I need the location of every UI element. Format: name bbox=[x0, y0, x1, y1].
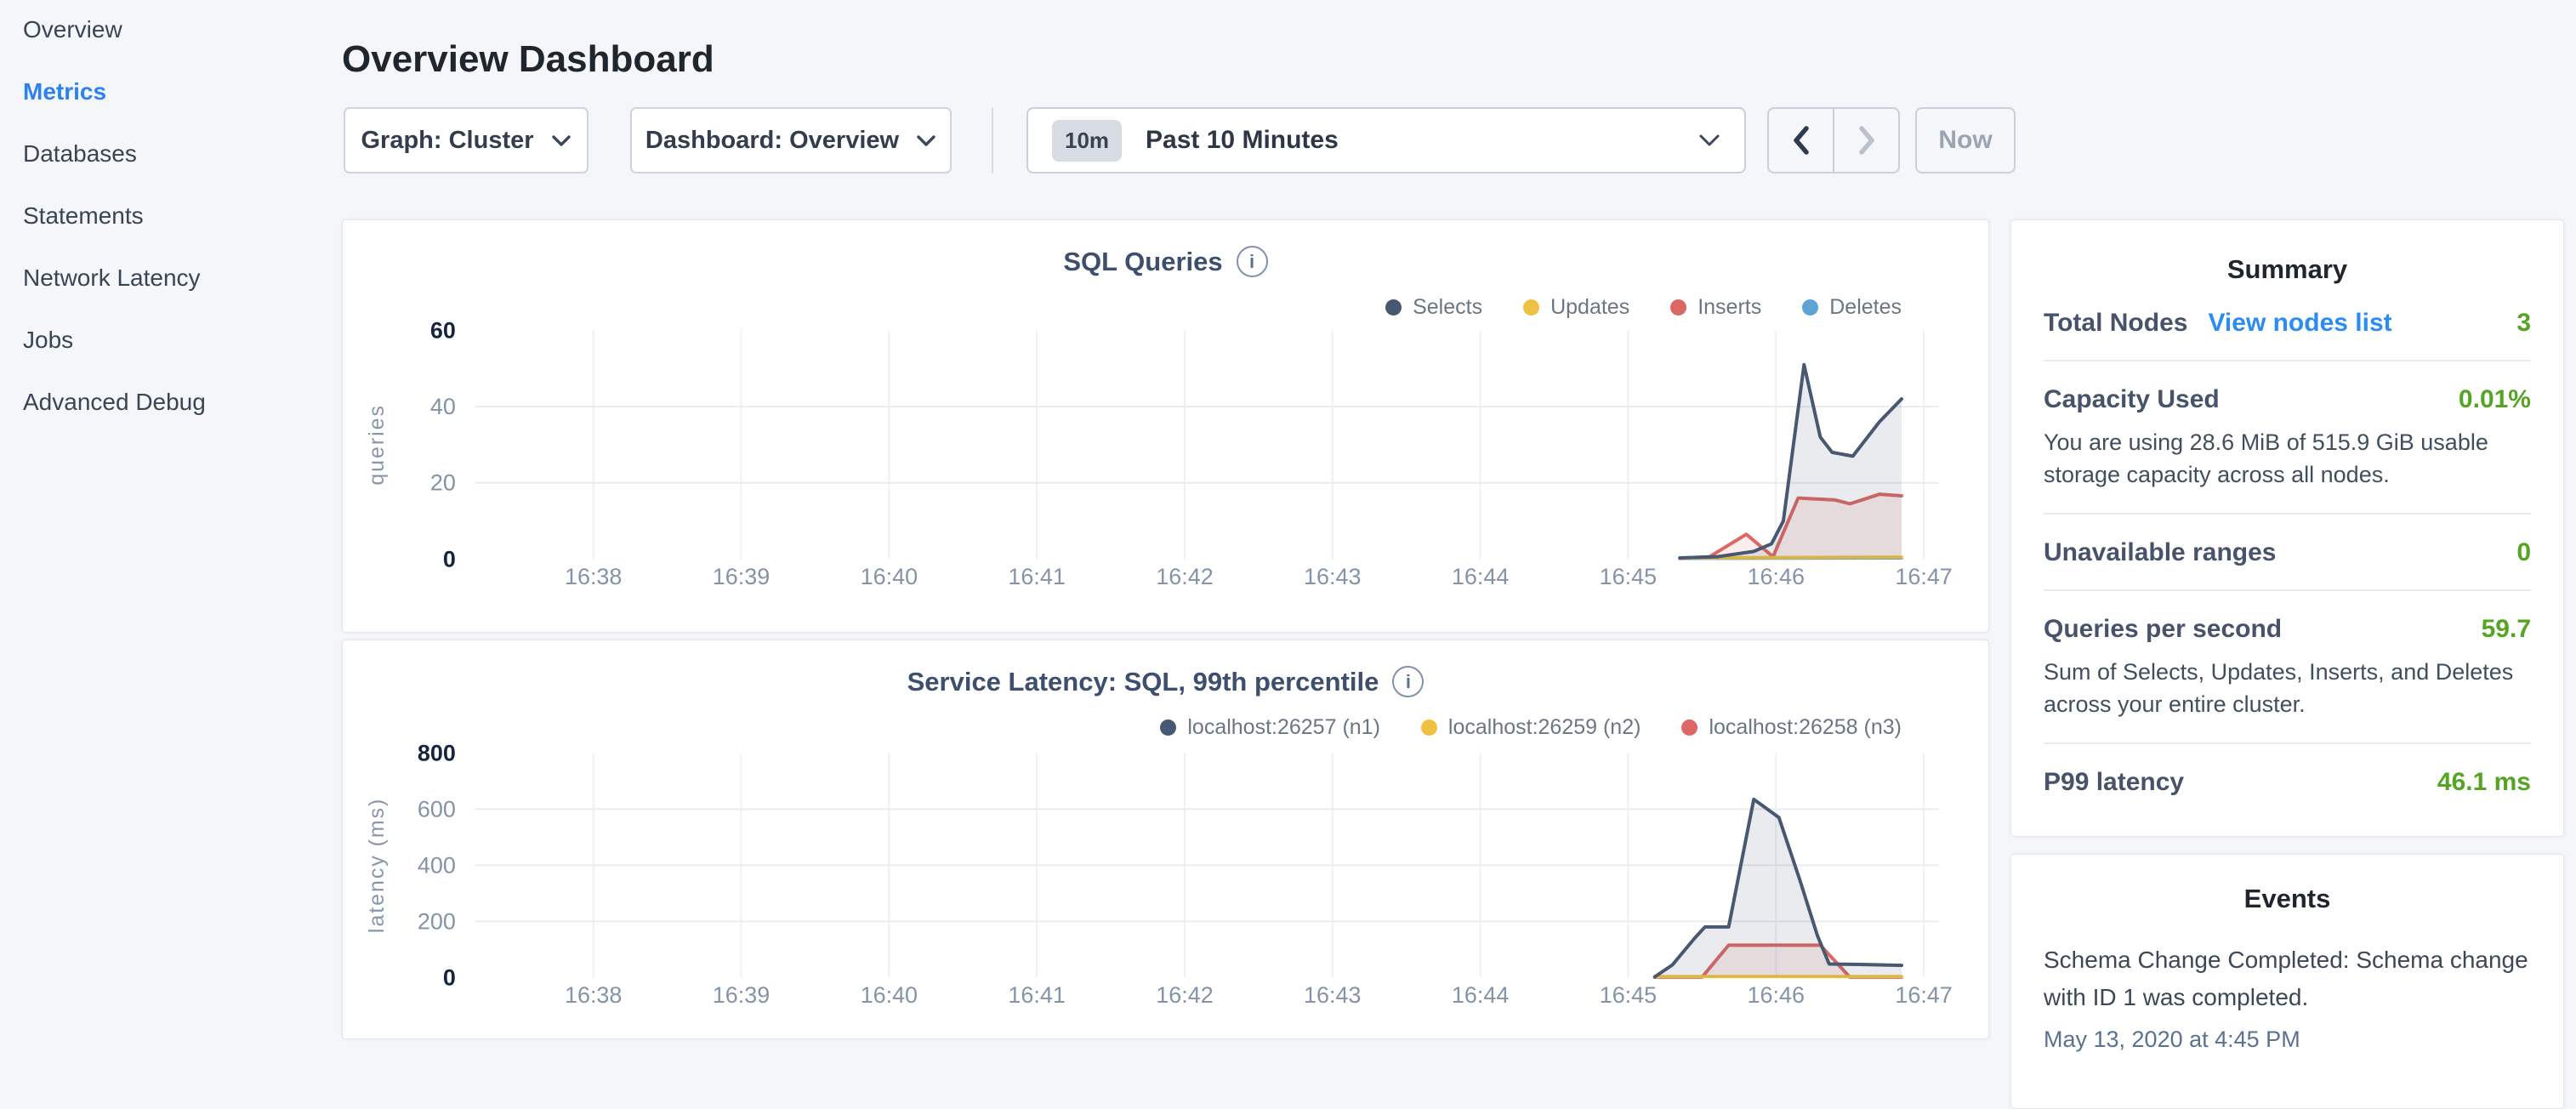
chevron-down-icon bbox=[1698, 134, 1720, 147]
summary-item-value: 46.1 ms bbox=[2437, 768, 2531, 797]
svg-text:latency (ms): latency (ms) bbox=[365, 798, 389, 933]
summary-item-capacity-used: Capacity Used 0.01% You are using 28.6 M… bbox=[2044, 360, 2531, 513]
sidebar-item-databases[interactable]: Databases bbox=[0, 122, 342, 185]
summary-item-label: Queries per second bbox=[2044, 615, 2282, 644]
summary-item-value: 0.01% bbox=[2459, 385, 2531, 414]
summary-item-label: Capacity Used bbox=[2044, 385, 2220, 414]
dashboard-dropdown[interactable]: Dashboard: Overview bbox=[630, 107, 952, 173]
svg-text:16:39: 16:39 bbox=[713, 982, 770, 1008]
summary-panel: Summary Total Nodes View nodes list 3 Ca… bbox=[2010, 219, 2564, 837]
summary-item-description: You are using 28.6 MiB of 515.9 GiB usab… bbox=[2044, 426, 2531, 491]
time-step-buttons bbox=[1767, 107, 1900, 173]
svg-text:16:38: 16:38 bbox=[565, 564, 622, 589]
svg-text:16:47: 16:47 bbox=[1895, 982, 1952, 1008]
sidebar: Overview Metrics Databases Statements Ne… bbox=[0, 0, 342, 433]
svg-text:queries: queries bbox=[365, 404, 389, 486]
svg-text:60: 60 bbox=[430, 317, 456, 343]
toolbar-divider bbox=[992, 107, 993, 173]
svg-text:20: 20 bbox=[430, 470, 456, 496]
svg-text:16:46: 16:46 bbox=[1748, 564, 1805, 589]
chevron-right-icon bbox=[1857, 125, 1876, 156]
time-next-button[interactable] bbox=[1834, 109, 1898, 172]
summary-item-value: 59.7 bbox=[2482, 615, 2531, 644]
graph-scope-dropdown[interactable]: Graph: Cluster bbox=[344, 107, 589, 173]
svg-text:16:39: 16:39 bbox=[713, 564, 770, 589]
time-range-label: Past 10 Minutes bbox=[1146, 126, 1675, 155]
time-range-badge: 10m bbox=[1052, 120, 1122, 162]
summary-item-label: Unavailable ranges bbox=[2044, 538, 2276, 567]
dashboard-dropdown-label: Dashboard: Overview bbox=[645, 127, 899, 155]
time-range-picker[interactable]: 10m Past 10 Minutes bbox=[1026, 107, 1746, 173]
svg-text:16:41: 16:41 bbox=[1008, 564, 1065, 589]
svg-text:16:41: 16:41 bbox=[1008, 982, 1065, 1008]
summary-title: Summary bbox=[2044, 254, 2531, 285]
summary-item-value: 3 bbox=[2516, 309, 2531, 338]
svg-text:16:44: 16:44 bbox=[1452, 564, 1510, 589]
sidebar-item-advanced-debug[interactable]: Advanced Debug bbox=[0, 371, 342, 433]
svg-text:40: 40 bbox=[430, 394, 456, 419]
event-timestamp: May 13, 2020 at 4:45 PM bbox=[2044, 1027, 2531, 1053]
sidebar-item-overview[interactable]: Overview bbox=[0, 0, 342, 60]
svg-text:0: 0 bbox=[443, 546, 456, 572]
svg-text:16:42: 16:42 bbox=[1156, 564, 1213, 589]
events-panel: Events Schema Change Completed: Schema c… bbox=[2010, 854, 2564, 1109]
chevron-down-icon bbox=[916, 134, 936, 147]
svg-text:800: 800 bbox=[418, 740, 456, 765]
svg-text:16:47: 16:47 bbox=[1895, 564, 1952, 589]
service-latency-panel: Service Latency: SQL, 99th percentile i … bbox=[342, 640, 1989, 1039]
sidebar-item-network-latency[interactable]: Network Latency bbox=[0, 247, 342, 309]
svg-text:16:42: 16:42 bbox=[1156, 982, 1213, 1008]
events-title: Events bbox=[2044, 884, 2531, 914]
view-nodes-list-link[interactable]: View nodes list bbox=[2208, 309, 2391, 338]
chevron-left-icon bbox=[1792, 125, 1811, 156]
summary-item-value: 0 bbox=[2516, 538, 2531, 567]
svg-text:600: 600 bbox=[418, 796, 456, 822]
service-latency-chart[interactable]: 16:38 16:39 16:40 16:41 16:42 16:43 16:44 16:45… bbox=[343, 640, 1988, 1038]
summary-item-label: P99 latency bbox=[2044, 768, 2184, 797]
summary-item-description: Sum of Selects, Updates, Inserts, and De… bbox=[2044, 656, 2531, 720]
svg-text:16:43: 16:43 bbox=[1304, 564, 1361, 589]
summary-item-label: Total Nodes bbox=[2044, 309, 2187, 338]
svg-text:16:40: 16:40 bbox=[861, 982, 918, 1008]
chevron-down-icon bbox=[551, 134, 571, 147]
sql-queries-panel: SQL Queries i Selects Updates Inserts De… bbox=[342, 219, 1989, 633]
svg-text:0: 0 bbox=[443, 964, 456, 990]
page-title: Overview Dashboard bbox=[342, 38, 714, 81]
summary-item-queries-per-second: Queries per second 59.7 Sum of Selects, … bbox=[2044, 589, 2531, 742]
svg-text:200: 200 bbox=[418, 908, 456, 934]
summary-item-unavailable-ranges: Unavailable ranges 0 bbox=[2044, 513, 2531, 589]
svg-text:16:46: 16:46 bbox=[1748, 982, 1805, 1008]
summary-item-p99-latency: P99 latency 46.1 ms bbox=[2044, 742, 2531, 819]
svg-text:16:44: 16:44 bbox=[1452, 982, 1509, 1008]
time-prev-button[interactable] bbox=[1769, 109, 1834, 172]
graph-scope-dropdown-label: Graph: Cluster bbox=[361, 127, 533, 155]
sql-queries-chart[interactable]: 16:38 16:39 16:40 16:41 16:42 16:43 16:44 16:45… bbox=[343, 220, 1988, 632]
sidebar-item-jobs[interactable]: Jobs bbox=[0, 309, 342, 371]
now-button[interactable]: Now bbox=[1915, 107, 2016, 173]
svg-text:16:43: 16:43 bbox=[1304, 982, 1361, 1008]
summary-item-total-nodes: Total Nodes View nodes list 3 bbox=[2044, 285, 2531, 360]
svg-text:16:38: 16:38 bbox=[565, 982, 622, 1008]
svg-text:400: 400 bbox=[418, 852, 456, 878]
sidebar-item-statements[interactable]: Statements bbox=[0, 185, 342, 247]
svg-text:16:40: 16:40 bbox=[861, 564, 918, 589]
event-entry[interactable]: Schema Change Completed: Schema change w… bbox=[2044, 941, 2531, 1016]
svg-text:16:45: 16:45 bbox=[1600, 982, 1657, 1008]
sidebar-item-metrics[interactable]: Metrics bbox=[0, 60, 342, 122]
svg-text:16:45: 16:45 bbox=[1600, 564, 1657, 589]
